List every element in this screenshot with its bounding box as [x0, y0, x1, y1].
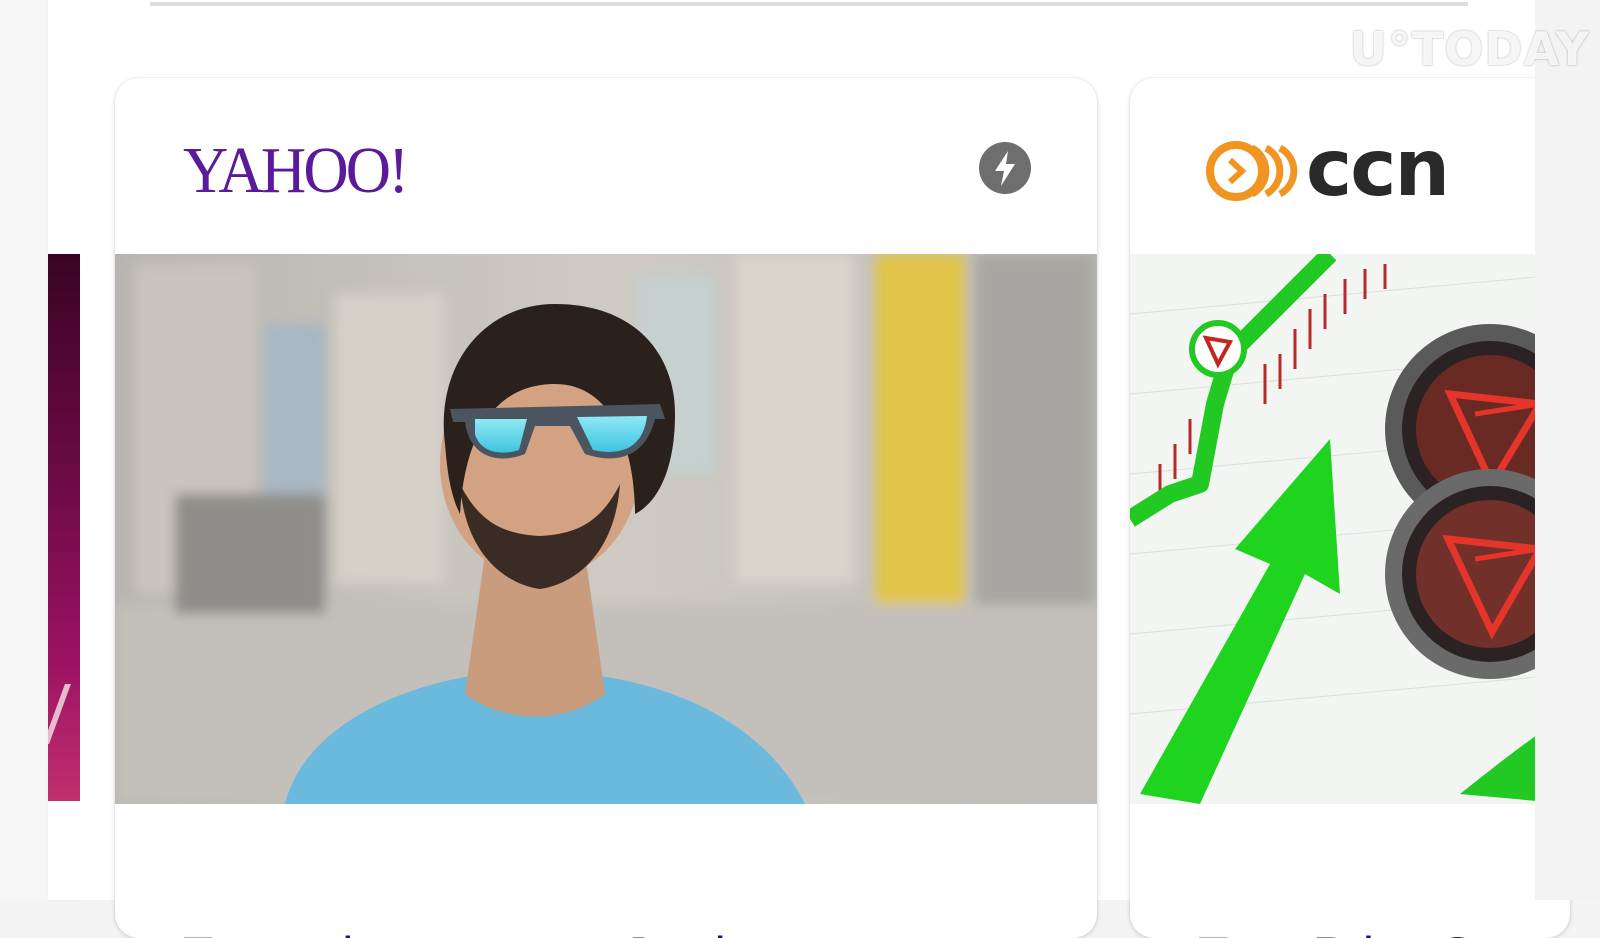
previous-news-card[interactable] [48, 78, 80, 900]
card-header: ccn [1130, 78, 1570, 254]
right-margin [1535, 0, 1600, 900]
left-margin [0, 0, 46, 900]
utoday-watermark: U°TODAY [1349, 22, 1590, 76]
amp-lightning-icon [979, 142, 1031, 194]
publisher-logo-yahoo: YAHOO! [183, 134, 409, 207]
publisher-name-ccn: ccn [1306, 124, 1450, 214]
article-thumbnail-photo[interactable] [115, 254, 1097, 804]
section-divider [150, 2, 1468, 6]
news-card-ccn[interactable]: ccn [1130, 78, 1570, 938]
article-headline-link[interactable]: Tron price soars as Justin [183, 926, 754, 938]
publisher-logo-ccn: ccn [1206, 124, 1506, 214]
article-headline-link[interactable]: Tron Price Sc [1198, 926, 1499, 938]
article-thumbnail-tron-chart[interactable] [1130, 254, 1570, 804]
previous-card-thumbnail [48, 254, 80, 801]
ccn-logo-icon [1206, 141, 1298, 201]
card-header: YAHOO! [115, 78, 1097, 254]
news-card-yahoo[interactable]: YAHOO! [115, 78, 1097, 938]
